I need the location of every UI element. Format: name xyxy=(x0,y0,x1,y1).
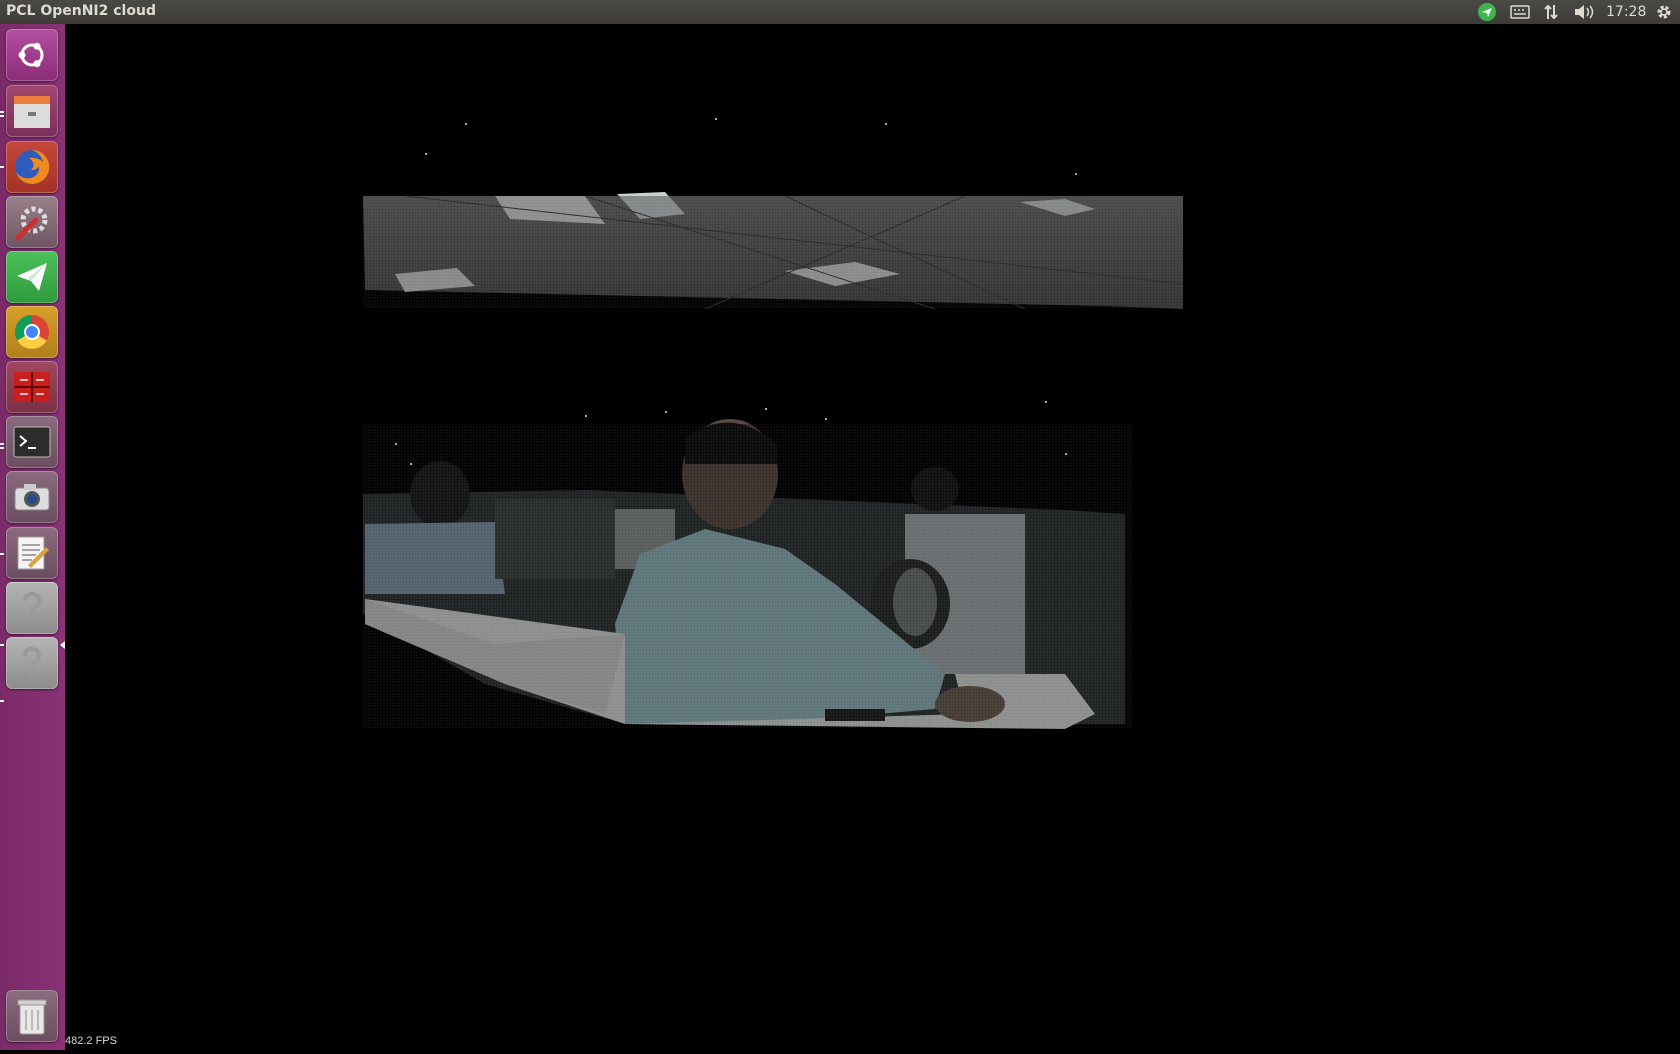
gear-icon[interactable] xyxy=(1652,0,1676,24)
clock[interactable]: 17:28 xyxy=(1606,4,1646,20)
fps-counter: 482.2 FPS xyxy=(65,1035,117,1047)
running-indicator xyxy=(0,166,4,168)
unknown-app-icon[interactable] xyxy=(6,582,58,634)
keyboard-icon[interactable] xyxy=(1508,0,1532,24)
files-icon[interactable] xyxy=(6,85,58,137)
running-indicator xyxy=(0,700,4,702)
firefox-icon[interactable] xyxy=(6,141,58,193)
point-cloud-render xyxy=(363,118,1184,729)
running-indicator xyxy=(0,644,4,646)
volume-icon[interactable] xyxy=(1571,0,1597,24)
chrome-icon[interactable] xyxy=(6,306,58,358)
unknown-app-icon[interactable] xyxy=(6,637,58,689)
network-icon[interactable] xyxy=(1539,0,1563,24)
text-editor-icon[interactable] xyxy=(6,527,58,579)
red-app-icon[interactable] xyxy=(6,361,58,413)
running-indicator xyxy=(0,443,4,445)
terminal-icon[interactable] xyxy=(6,416,58,468)
running-indicator xyxy=(0,115,4,117)
ubuntu-dash-icon[interactable] xyxy=(6,29,58,81)
window-title: PCL OpenNI2 cloud xyxy=(6,3,156,19)
top-panel: PCL OpenNI2 cloud 17:28 xyxy=(0,0,1680,24)
running-indicator xyxy=(0,447,4,449)
system-settings-icon[interactable] xyxy=(6,196,58,248)
telegram-tray-icon[interactable] xyxy=(1475,0,1499,24)
launcher xyxy=(0,24,66,1050)
running-indicator xyxy=(0,553,4,555)
ceiling-region xyxy=(363,192,1184,310)
telegram-icon[interactable] xyxy=(6,251,58,303)
running-indicator xyxy=(0,111,4,113)
point-cloud-viewer[interactable] xyxy=(65,24,1680,1050)
screenshot-camera-icon[interactable] xyxy=(6,471,58,523)
trash-icon[interactable] xyxy=(6,990,58,1042)
